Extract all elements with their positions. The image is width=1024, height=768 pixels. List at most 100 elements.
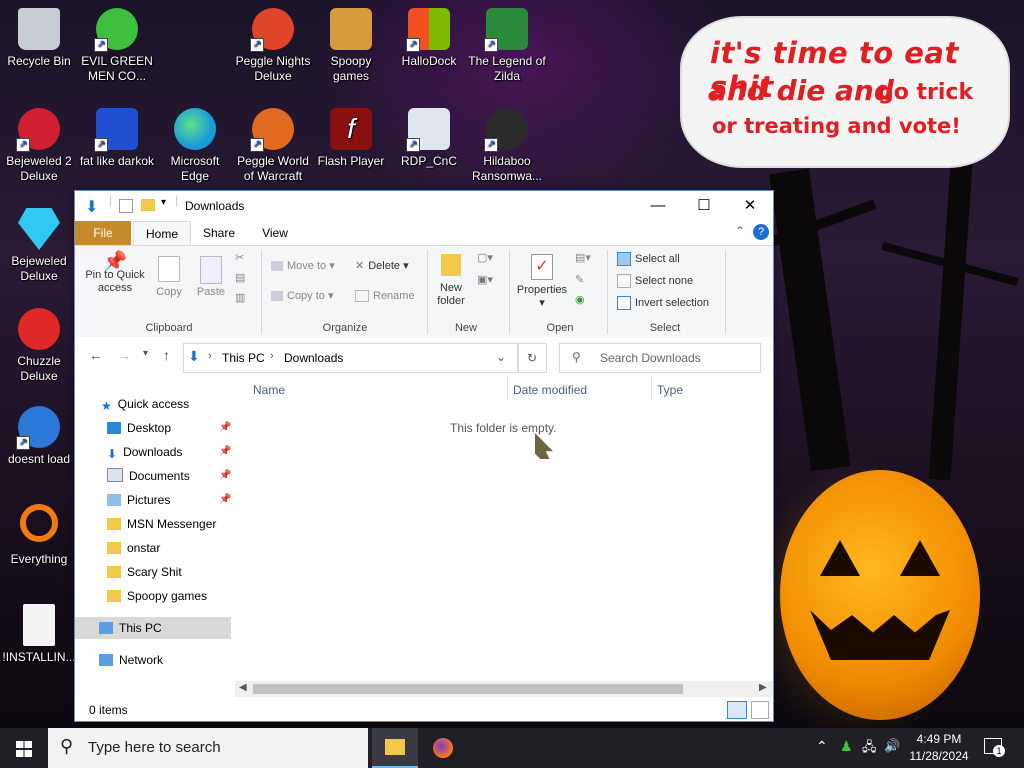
desktop-icon-evil-green-men[interactable]: ↗ EVIL GREEN MEN CO...: [78, 8, 156, 84]
select-none-button[interactable]: Select none: [617, 274, 693, 288]
taskbar-firefox[interactable]: [420, 728, 466, 768]
nav-this-pc[interactable]: This PC: [75, 617, 231, 639]
easy-access-icon[interactable]: ▣▾: [477, 274, 493, 287]
column-header-date-modified[interactable]: Date modified: [513, 383, 587, 397]
pin-to-quick-access-button[interactable]: 📌 Pin to Quick access: [81, 252, 149, 295]
refresh-button[interactable]: ↻: [517, 343, 547, 373]
desktop-icon-thunderbird[interactable]: ↗ doesnt load: [0, 406, 78, 467]
desktop-icon-chuzzle[interactable]: Chuzzle Deluxe: [0, 308, 78, 384]
address-dropdown-icon[interactable]: ⌄: [496, 350, 506, 364]
scroll-left-icon[interactable]: ◀: [239, 682, 247, 693]
paste-shortcut-icon[interactable]: ▥: [235, 292, 245, 305]
desktop-icon-fat-like-darkok[interactable]: ↗ fat like darkok: [78, 108, 156, 169]
minimize-button[interactable]: —: [635, 191, 681, 221]
rename-button[interactable]: Rename: [355, 290, 415, 303]
close-button[interactable]: ✕: [727, 191, 773, 221]
invert-selection-button[interactable]: Invert selection: [617, 296, 709, 310]
file-list-area[interactable]: Name Date modified Type This folder is e…: [235, 377, 773, 677]
open-icon[interactable]: ▤▾: [575, 252, 591, 265]
desktop-icon-peggle-wow[interactable]: ↗ Peggle World of Warcraft: [234, 108, 312, 184]
desktop-icon-zilda[interactable]: ↗ The Legend of Zilda: [468, 8, 546, 84]
breadcrumb-separator-icon[interactable]: ›: [208, 350, 212, 362]
nav-quick-access[interactable]: ★ Quick access: [101, 393, 189, 415]
edit-icon[interactable]: ✎: [575, 274, 584, 287]
diamond-icon: [18, 208, 60, 250]
breadcrumb-downloads[interactable]: Downloads: [284, 351, 343, 365]
show-hidden-icons-icon[interactable]: ⌃: [816, 738, 828, 755]
scrollbar-thumb[interactable]: [253, 684, 683, 694]
desktop-icon-bejeweled2[interactable]: ↗ Bejeweled 2 Deluxe: [0, 108, 78, 184]
folder-icon[interactable]: [141, 199, 155, 211]
taskbar-file-explorer[interactable]: [372, 728, 418, 768]
column-header-type[interactable]: Type: [657, 383, 683, 397]
tab-file[interactable]: File: [75, 221, 131, 245]
move-to-icon: [271, 261, 283, 272]
desktop-icon-everything[interactable]: Everything: [0, 504, 78, 567]
title-bar[interactable]: ⬇ | ▾ | Downloads — ☐ ✕: [75, 191, 773, 221]
paste-button[interactable]: Paste: [193, 256, 229, 299]
msn-tray-icon[interactable]: ♟: [840, 738, 853, 755]
address-bar[interactable]: ⬇ › This PC › Downloads ⌄: [183, 343, 519, 373]
desktop-icon-hallodock[interactable]: ↗ HalloDock: [390, 8, 468, 69]
properties-button[interactable]: ✓ Properties ▾: [515, 254, 569, 310]
nav-spoopy-games[interactable]: Spoopy games: [107, 585, 207, 607]
breadcrumb-this-pc[interactable]: This PC: [222, 351, 265, 365]
nav-pictures[interactable]: Pictures 📌: [107, 489, 235, 511]
breadcrumb-separator-icon[interactable]: ›: [270, 350, 274, 362]
desktop-icon-bejeweled[interactable]: Bejeweled Deluxe: [0, 208, 78, 284]
desktop-icon-hildaboo[interactable]: ↗ Hildaboo Ransomwa...: [468, 108, 546, 184]
tab-home[interactable]: Home: [133, 221, 191, 246]
collapse-ribbon-icon[interactable]: ⌃: [735, 224, 745, 238]
quick-access-toolbar-dropdown-icon[interactable]: ▾: [161, 197, 166, 208]
desktop-icon-peggle-nights[interactable]: ↗ Peggle Nights Deluxe: [234, 8, 312, 84]
maximize-button[interactable]: ☐: [681, 191, 727, 221]
delete-button[interactable]: ✕ Delete ▾: [355, 260, 409, 273]
desktop-icon-installing[interactable]: !INSTALLIN...: [0, 604, 78, 665]
new-folder-button[interactable]: New folder: [431, 254, 471, 308]
properties-check-icon[interactable]: [119, 199, 133, 213]
nav-onstar[interactable]: onstar: [107, 537, 160, 559]
clock[interactable]: 4:49 PM 11/28/2024: [904, 731, 974, 765]
copy-button[interactable]: Copy: [151, 256, 187, 299]
forward-arrow-icon[interactable]: →: [117, 347, 131, 363]
desktop-icon-label: Flash Player: [317, 154, 385, 168]
copy-path-icon[interactable]: ▤: [235, 272, 245, 285]
desktop-icon-spoopy-games[interactable]: Spoopy games: [312, 8, 390, 84]
nav-msn-messenger[interactable]: MSN Messenger: [107, 513, 216, 535]
desktop-icon-label: !INSTALLIN...: [2, 650, 76, 664]
scroll-right-icon[interactable]: ▶: [759, 682, 767, 693]
tab-view[interactable]: View: [247, 221, 303, 245]
recent-locations-dropdown-icon[interactable]: ▾: [143, 348, 148, 359]
start-button[interactable]: [0, 728, 48, 768]
taskbar-search-box[interactable]: ⚲ Type here to search: [48, 728, 368, 768]
details-view-icon[interactable]: [727, 701, 747, 719]
nav-scary-shit[interactable]: Scary Shit: [107, 561, 182, 583]
desktop-icon-recycle-bin[interactable]: Recycle Bin: [0, 8, 78, 69]
column-header-name[interactable]: Name: [253, 383, 285, 397]
select-all-button[interactable]: Select all: [617, 252, 680, 266]
large-icons-view-icon[interactable]: [751, 701, 769, 719]
network-tray-icon[interactable]: 🖧: [862, 738, 877, 760]
nav-documents[interactable]: Documents 📌: [107, 465, 235, 487]
volume-icon[interactable]: 🔊: [884, 738, 900, 754]
peggle-icon: ↗: [250, 108, 294, 152]
nav-network[interactable]: Network: [99, 649, 163, 671]
file-explorer-window[interactable]: ⬇ | ▾ | Downloads — ☐ ✕ File Home Share …: [74, 190, 774, 722]
tab-share[interactable]: Share: [191, 221, 247, 245]
desktop-icon-edge[interactable]: Microsoft Edge: [156, 108, 234, 184]
back-arrow-icon[interactable]: ←: [89, 347, 103, 363]
up-arrow-icon[interactable]: ↑: [163, 347, 170, 363]
desktop-icon-rdp-cnc[interactable]: ↗ RDP_CnC: [390, 108, 468, 169]
copy-to-button[interactable]: Copy to ▾: [271, 290, 334, 303]
nav-desktop[interactable]: Desktop 📌: [107, 417, 235, 439]
history-icon[interactable]: ◉: [575, 294, 585, 307]
search-box[interactable]: ⚲ Search Downloads: [559, 343, 761, 373]
horizontal-scrollbar[interactable]: ◀ ▶: [235, 681, 773, 697]
new-item-icon[interactable]: ▢▾: [477, 252, 493, 265]
cut-icon[interactable]: ✂: [235, 252, 244, 265]
move-to-button[interactable]: Move to ▾: [271, 260, 335, 273]
notification-center-icon[interactable]: 1: [984, 738, 1005, 757]
help-icon[interactable]: ?: [753, 224, 769, 240]
desktop-icon-flash-player[interactable]: f Flash Player: [312, 108, 390, 169]
nav-downloads[interactable]: ⬇ Downloads 📌: [107, 441, 235, 463]
